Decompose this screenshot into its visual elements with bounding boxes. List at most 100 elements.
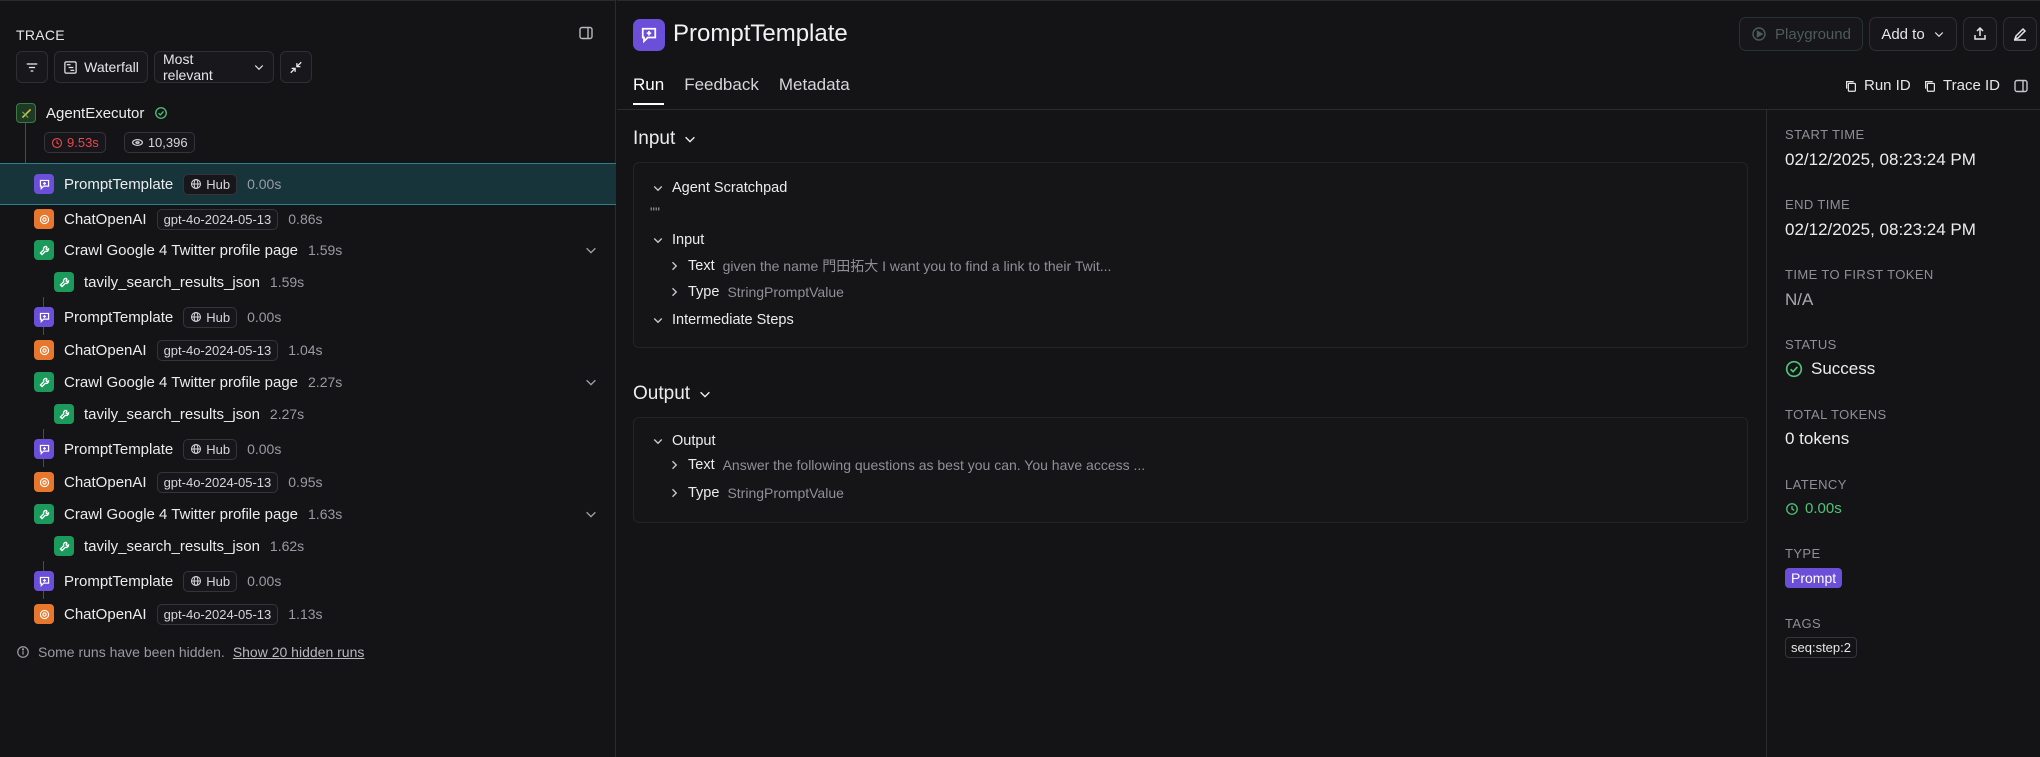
hub-chip: Hub <box>183 438 238 460</box>
trace-title: TRACE <box>16 27 65 43</box>
model-chip: gpt-4o-2024-05-13 <box>156 208 279 230</box>
tree-row[interactable]: PromptTemplate Hub 0.00s <box>0 434 616 464</box>
end-time-label: END TIME <box>1785 197 1851 212</box>
chip-label: Hub <box>206 309 231 325</box>
show-hidden-runs-link[interactable]: Show 20 hidden runs <box>233 644 365 660</box>
type-value: StringPromptValue <box>727 284 844 300</box>
chain-icon <box>16 103 36 123</box>
run-name: tavily_search_results_json <box>84 273 260 291</box>
chevron-down-icon <box>254 65 264 71</box>
run-metadata-sidebar: START TIME 02/12/2025, 08:23:24 PM END T… <box>1766 110 2040 757</box>
tab-metadata[interactable]: Metadata <box>779 75 850 105</box>
collapse-all-button[interactable] <box>280 51 312 83</box>
sidebar-toggle-icon[interactable] <box>2013 78 2029 98</box>
output-text-row[interactable]: Text Answer the following questions as b… <box>668 457 1145 473</box>
playground-label: Playground <box>1775 25 1851 43</box>
tree-row[interactable]: tavily_search_results_json 2.27s <box>0 399 616 429</box>
tab-feedback[interactable]: Feedback <box>684 75 759 105</box>
tree-row-root[interactable]: AgentExecutor <box>0 98 616 128</box>
total-tokens-label: TOTAL TOKENS <box>1785 407 1887 422</box>
filter-button[interactable] <box>16 51 48 83</box>
openai-icon <box>34 340 54 360</box>
run-name: PromptTemplate <box>64 440 174 458</box>
sort-select[interactable]: Most relevant <box>154 51 274 83</box>
chevron-down-icon <box>653 439 663 445</box>
tree-row[interactable]: ChatOpenAI gpt-4o-2024-05-13 1.13s <box>0 599 616 629</box>
root-stats: 9.53s 10,396 <box>44 132 205 153</box>
input-toggle[interactable]: Input <box>652 232 704 248</box>
share-button[interactable] <box>1963 17 1997 51</box>
run-name: Crawl Google 4 Twitter profile page <box>64 505 299 523</box>
chevron-down-icon <box>653 318 663 324</box>
success-check-icon <box>155 107 168 119</box>
input-type-row[interactable]: Type StringPromptValue <box>668 284 844 300</box>
chevron-down-icon <box>653 238 663 244</box>
chevron-right-icon <box>672 261 678 271</box>
tree-row[interactable]: tavily_search_results_json 1.62s <box>0 531 616 561</box>
run-name: PromptTemplate <box>64 175 174 193</box>
waterfall-button[interactable]: Waterfall <box>54 51 148 83</box>
chevron-down-icon <box>685 136 696 143</box>
globe-icon <box>191 311 202 323</box>
type-key: Type <box>688 284 720 300</box>
tree-row[interactable]: PromptTemplate Hub 0.00s <box>0 302 616 332</box>
steps-label: Intermediate Steps <box>672 312 794 328</box>
chevron-right-icon <box>672 488 678 498</box>
tags-label: TAGS <box>1785 616 1822 631</box>
tag-chip[interactable]: seq:step:2 <box>1785 637 1857 658</box>
tree-row[interactable]: ChatOpenAI gpt-4o-2024-05-13 0.86s <box>0 204 616 234</box>
playground-button[interactable]: Playground <box>1739 17 1863 51</box>
run-duration: 0.00s <box>247 309 282 325</box>
play-icon <box>1752 27 1766 41</box>
chevron-down-icon[interactable] <box>584 507 598 521</box>
prompt-bubble-icon <box>34 571 54 591</box>
clock-icon <box>51 137 63 148</box>
start-time-value: 02/12/2025, 08:23:24 PM <box>1785 150 1976 169</box>
text-key: Text <box>688 258 715 274</box>
input-section-header[interactable]: Input <box>633 128 697 150</box>
output-section-header[interactable]: Output <box>633 383 712 405</box>
clock-icon <box>1786 502 1798 515</box>
tree-row[interactable]: Crawl Google 4 Twitter profile page 2.27… <box>0 367 616 397</box>
tree-row[interactable]: PromptTemplate Hub 0.00s <box>0 566 616 596</box>
prompt-bubble-icon <box>34 439 54 459</box>
globe-icon <box>191 443 202 455</box>
tree-row[interactable]: ChatOpenAI gpt-4o-2024-05-13 0.95s <box>0 467 616 497</box>
panel-toggle-icon[interactable] <box>578 25 596 43</box>
tab-run[interactable]: Run <box>633 75 665 105</box>
add-to-button[interactable]: Add to <box>1869 17 1957 51</box>
model-chip: gpt-4o-2024-05-13 <box>156 339 279 361</box>
tree-row[interactable]: PromptTemplate Hub 0.00s <box>0 163 616 205</box>
input-text-row[interactable]: Text given the name 門田拓大 I want you to f… <box>668 256 1111 276</box>
tree-row[interactable]: tavily_search_results_json 1.59s <box>0 267 616 297</box>
globe-icon <box>191 575 202 587</box>
run-duration: 1.59s <box>269 274 305 290</box>
model-chip: gpt-4o-2024-05-13 <box>156 603 279 625</box>
run-duration: 1.63s <box>308 506 343 522</box>
type-value: StringPromptValue <box>727 485 844 501</box>
copy-run-id-button[interactable]: Run ID <box>1844 77 1911 94</box>
status-label: STATUS <box>1785 337 1837 352</box>
tree-row[interactable]: Crawl Google 4 Twitter profile page 1.59… <box>0 235 616 265</box>
copy-icon <box>1846 80 1856 92</box>
model-chip: gpt-4o-2024-05-13 <box>156 471 279 493</box>
wrench-icon <box>54 536 74 556</box>
edit-button[interactable] <box>2003 17 2037 51</box>
run-duration: 0.86s <box>288 211 323 227</box>
output-type-row[interactable]: Type StringPromptValue <box>668 485 844 501</box>
type-badge: Prompt <box>1785 568 1843 588</box>
scratchpad-toggle[interactable]: Agent Scratchpad <box>652 180 787 196</box>
steps-toggle[interactable]: Intermediate Steps <box>652 312 794 328</box>
copy-trace-id-button[interactable]: Trace ID <box>1923 77 2000 94</box>
tree-row[interactable]: ChatOpenAI gpt-4o-2024-05-13 1.04s <box>0 335 616 365</box>
success-check-icon <box>1785 360 1803 378</box>
output-toggle[interactable]: Output <box>652 433 716 449</box>
hub-chip: Hub <box>183 306 238 328</box>
wrench-icon <box>34 504 54 524</box>
chevron-down-icon[interactable] <box>584 375 598 389</box>
run-name: PromptTemplate <box>64 572 174 590</box>
latency-chip: 9.53s <box>44 132 106 153</box>
tree-row[interactable]: Crawl Google 4 Twitter profile page 1.63… <box>0 499 616 529</box>
chevron-down-icon[interactable] <box>584 243 598 257</box>
wrench-icon <box>54 272 74 292</box>
